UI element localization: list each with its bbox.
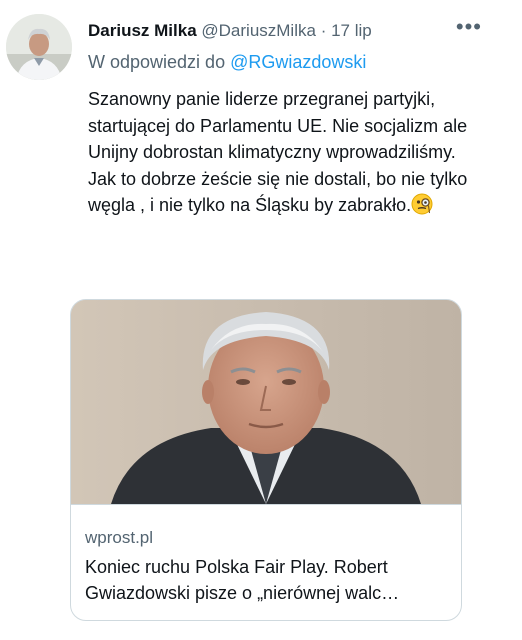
more-options-button[interactable]: ••• (456, 14, 482, 40)
card-title: Koniec ruchu Polska Fair Play. Robert Gw… (85, 557, 400, 603)
tweet-date[interactable]: 17 lip (331, 21, 372, 40)
tweet-paragraph-2: Jak to dobrze żeście się nie dostali, bo… (88, 166, 508, 219)
author-avatar[interactable] (6, 14, 72, 80)
card-image (71, 300, 461, 504)
tweet-text: Szanowny panie liderze przegranej partyj… (88, 86, 508, 219)
card-photo (71, 300, 461, 504)
tweet-paragraph: Szanowny panie liderze przegranej partyj… (88, 89, 468, 162)
meta-separator: · (320, 21, 327, 40)
reply-prefix: W odpowiedzi do (88, 52, 226, 72)
more-horizontal-icon: ••• (455, 14, 482, 39)
author-handle[interactable]: @DariuszMilka (201, 21, 316, 40)
reply-handle-link[interactable]: @RGwiazdowski (230, 52, 366, 72)
card-domain: wprost.pl (85, 528, 154, 547)
avatar-photo (6, 14, 72, 80)
link-preview-card[interactable]: wprost.pl Koniec ruchu Polska Fair Play.… (70, 299, 462, 621)
author-name[interactable]: Dariusz Milka (88, 21, 197, 40)
reply-context: W odpowiedzi do @RGwiazdowski (88, 52, 366, 73)
face-with-monocle-icon (411, 193, 433, 215)
card-divider (71, 504, 461, 505)
